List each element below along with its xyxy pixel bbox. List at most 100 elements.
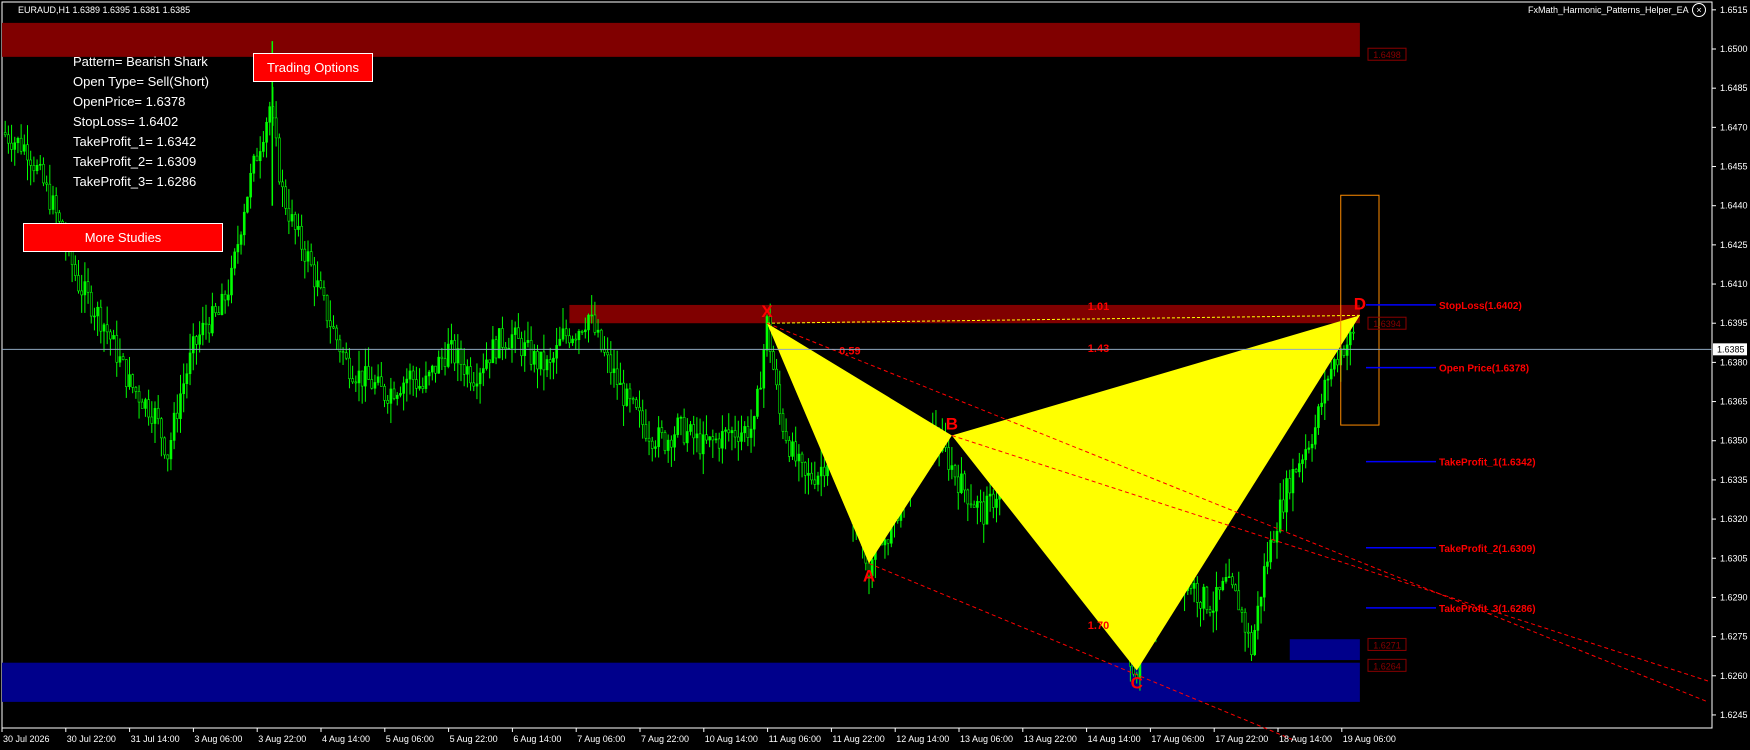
candle-body	[1323, 379, 1327, 404]
y-tick-label: 1.6455	[1720, 162, 1748, 172]
y-tick-label: 1.6305	[1720, 553, 1748, 563]
candle-body	[1196, 583, 1199, 603]
candle-body	[1237, 590, 1241, 611]
candle-body	[1278, 499, 1282, 532]
candle-body	[603, 349, 606, 353]
y-tick-label: 1.6290	[1720, 592, 1748, 602]
candle-body	[405, 378, 409, 384]
candle-body	[1320, 402, 1323, 407]
candle-body	[357, 370, 361, 384]
price-chart[interactable]: XABCD0.591.011.431.701.64981.63941.62711…	[0, 0, 1750, 750]
candle-body	[609, 354, 613, 374]
candle-body	[462, 364, 466, 375]
candle-body	[424, 375, 428, 389]
candle-body	[976, 501, 979, 508]
candle-body	[329, 320, 332, 327]
candle-body	[679, 416, 683, 419]
candle-body	[156, 408, 160, 420]
candle-body	[125, 359, 128, 387]
candle-body	[335, 327, 338, 341]
candle-body	[58, 212, 61, 222]
more-studies-button[interactable]: More Studies	[23, 223, 223, 252]
y-tick-label: 1.6365	[1720, 397, 1748, 407]
candle-body	[781, 413, 785, 432]
candle-body	[1253, 630, 1256, 655]
candle-body	[19, 137, 23, 152]
candle-body	[1310, 443, 1314, 449]
y-tick-label: 1.6500	[1720, 44, 1748, 54]
candle-body	[517, 327, 520, 339]
x-tick-label: 7 Aug 06:00	[577, 734, 625, 744]
zone-price-tag-text: 1.6264	[1373, 661, 1401, 671]
candle-body	[491, 339, 495, 364]
candle-body	[1192, 583, 1196, 589]
x-tick-label: 14 Aug 14:00	[1088, 734, 1141, 744]
trading-options-button[interactable]: Trading Options	[253, 53, 373, 82]
candle-body	[195, 336, 198, 345]
candle-body	[466, 366, 469, 375]
y-tick-label: 1.6440	[1720, 201, 1748, 211]
candle-body	[427, 371, 431, 377]
candle-body	[230, 267, 233, 296]
candle-body	[351, 378, 354, 383]
candle-body	[204, 322, 208, 325]
pattern-point-c: C	[1131, 674, 1143, 693]
candle-body	[475, 383, 479, 387]
candle-body	[1317, 406, 1320, 428]
candle-body	[354, 381, 358, 384]
ratio-label: 1.01	[1088, 301, 1109, 313]
candle-body	[1345, 344, 1349, 356]
candle-body	[239, 234, 243, 245]
candle-body	[415, 379, 418, 389]
candle-body	[249, 172, 252, 198]
candle-body	[580, 331, 584, 333]
close-icon[interactable]: ×	[1692, 3, 1706, 17]
candle-body	[93, 315, 96, 318]
candle-body	[705, 434, 708, 441]
candle-body	[137, 391, 141, 403]
candle-body	[788, 440, 791, 457]
x-tick-label: 13 Aug 22:00	[1024, 734, 1077, 744]
candle-body	[319, 280, 323, 288]
candle-body	[1298, 463, 1301, 473]
candle-body	[201, 322, 205, 336]
candle-body	[32, 165, 36, 172]
candle-body	[1266, 561, 1269, 567]
y-tick-label: 1.6470	[1720, 122, 1748, 132]
candle-body	[593, 314, 597, 333]
candle-body	[456, 348, 460, 364]
candle-body	[440, 356, 444, 359]
x-tick-label: 18 Aug 14:00	[1279, 734, 1332, 744]
y-tick-label: 1.6350	[1720, 436, 1748, 446]
candle-body	[246, 196, 249, 213]
ea-name-label: FxMath_Harmonic_Patterns_Helper_EA	[1528, 5, 1689, 15]
candle-body	[169, 440, 173, 460]
candle-body	[172, 412, 176, 441]
y-tick-label: 1.6335	[1720, 475, 1748, 485]
candle-body	[711, 436, 715, 441]
candle-body	[510, 334, 514, 349]
candle-body	[1243, 611, 1247, 633]
candle-body	[459, 348, 463, 365]
candle-body	[233, 251, 236, 269]
candle-body	[153, 408, 157, 424]
info-takeprofit-3: TakeProfit_3= 1.6286	[73, 174, 197, 189]
candle-body	[344, 352, 348, 359]
candle-body	[587, 314, 590, 331]
candle-body	[730, 430, 734, 434]
candle-body	[995, 498, 998, 508]
candle-body	[364, 366, 367, 387]
candle-body	[278, 137, 281, 183]
candle-body	[823, 466, 826, 477]
candle-body	[77, 275, 80, 292]
pattern-point-d: D	[1354, 294, 1366, 313]
candle-body	[564, 328, 568, 337]
x-tick-label: 13 Aug 06:00	[960, 734, 1013, 744]
candle-body	[1247, 631, 1250, 634]
candle-body	[752, 416, 756, 430]
candle-body	[408, 370, 412, 380]
candle-body	[1307, 447, 1311, 450]
candle-body	[252, 155, 256, 174]
info-takeprofit-2: TakeProfit_2= 1.6309	[73, 154, 197, 169]
candle-body	[571, 338, 574, 344]
